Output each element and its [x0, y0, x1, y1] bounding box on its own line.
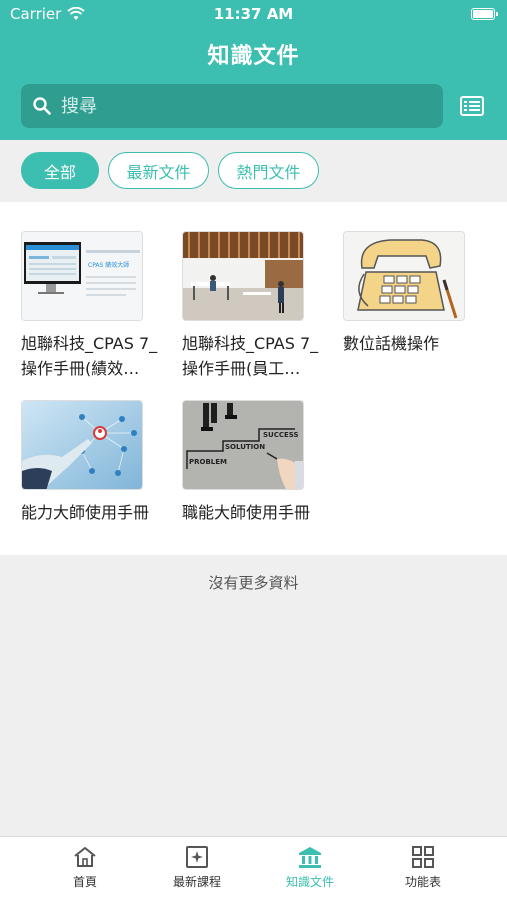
- search-input[interactable]: [61, 95, 421, 117]
- document-card[interactable]: 能力大師使用手冊: [21, 400, 161, 525]
- thumbnail-stair-text: SUCCESS: [263, 431, 299, 439]
- filter-latest-chip[interactable]: 最新文件: [108, 152, 209, 189]
- document-title: 職能大師使用手冊: [182, 503, 311, 522]
- battery-icon: [471, 8, 498, 20]
- document-title: 數位話機操作: [343, 334, 440, 353]
- app-header: Carrier 11:37 AM 知識文件: [0, 0, 507, 140]
- tab-label: 首頁: [72, 875, 97, 889]
- tab-label: 功能表: [404, 875, 441, 889]
- new-course-icon: [186, 846, 208, 868]
- tab-new-courses[interactable]: 最新課程: [152, 845, 242, 890]
- thumbnail-stair-text: SOLUTION: [225, 443, 265, 451]
- filter-all-chip[interactable]: 全部: [21, 152, 99, 189]
- document-thumbnail: [182, 231, 304, 321]
- document-thumbnail: CPAS 績效大師: [21, 231, 143, 321]
- search-bar[interactable]: [21, 84, 443, 128]
- tab-menu[interactable]: 功能表: [378, 845, 468, 890]
- tab-knowledge-docs[interactable]: 知識文件: [265, 845, 355, 890]
- home-icon: [74, 847, 96, 867]
- grid-menu-icon: [412, 846, 434, 868]
- document-thumbnail: [343, 231, 465, 321]
- document-grid: CPAS 績效大師 旭聯科技_CPAS 7_操作手冊(績效… 旭聯科技_CPAS…: [0, 202, 507, 555]
- document-title: 旭聯科技_CPAS 7_操作手冊(績效…: [21, 334, 158, 378]
- thumbnail-stair-text: PROBLEM: [189, 458, 227, 466]
- list-view-icon[interactable]: [460, 96, 484, 116]
- filter-bar: 全部 最新文件 熱門文件: [0, 140, 507, 202]
- search-icon: [33, 97, 51, 115]
- thumbnail-badge-text: CPAS 績效大師: [88, 261, 129, 269]
- clock: 11:37 AM: [213, 5, 294, 23]
- library-icon: [299, 847, 321, 868]
- document-card[interactable]: PROBLEM SOLUTION SUCCESS 職能大師使用手冊: [182, 400, 322, 525]
- bottom-tab-bar: 首頁 最新課程 知識文件 功能表: [0, 836, 507, 900]
- tab-label: 知識文件: [285, 875, 334, 889]
- document-title: 能力大師使用手冊: [21, 503, 150, 522]
- document-card[interactable]: 數位話機操作: [343, 231, 483, 356]
- document-title: 旭聯科技_CPAS 7_操作手冊(員工…: [182, 334, 319, 378]
- tab-label: 最新課程: [172, 875, 221, 889]
- tab-home[interactable]: 首頁: [40, 845, 130, 890]
- document-thumbnail: [21, 400, 143, 490]
- page-title: 知識文件: [207, 44, 300, 69]
- document-thumbnail: PROBLEM SOLUTION SUCCESS: [182, 400, 304, 490]
- end-of-list-text: 沒有更多資料: [208, 574, 299, 592]
- document-card[interactable]: CPAS 績效大師 旭聯科技_CPAS 7_操作手冊(績效…: [21, 231, 161, 381]
- status-bar: Carrier 11:37 AM: [0, 0, 507, 28]
- document-card[interactable]: 旭聯科技_CPAS 7_操作手冊(員工…: [182, 231, 322, 381]
- filter-popular-chip[interactable]: 熱門文件: [218, 152, 319, 189]
